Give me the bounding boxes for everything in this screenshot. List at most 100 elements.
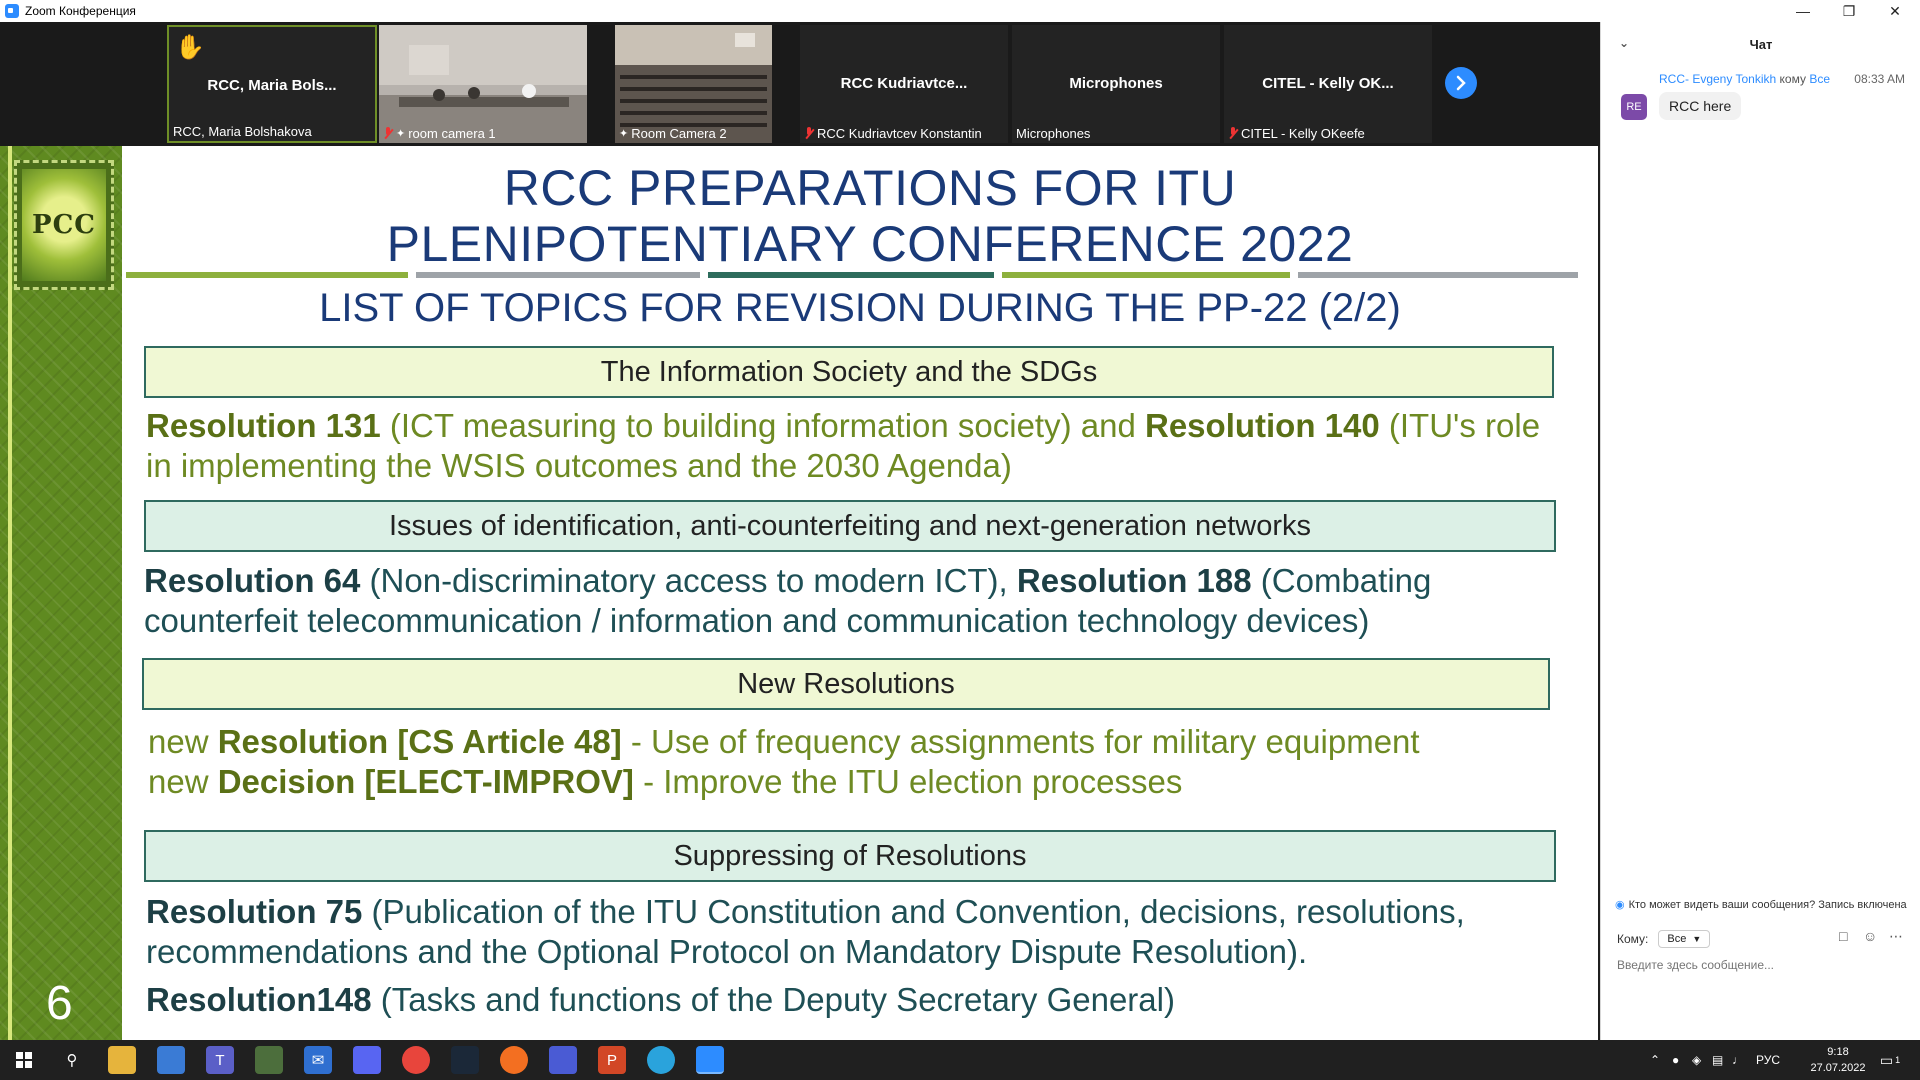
chat-privacy-note[interactable]: ◉ Кто может видеть ваши сообщения? Запис… [1615,898,1920,912]
new-prefix: new [148,763,218,800]
mic-muted-icon [1228,127,1238,140]
title-rule [416,272,700,278]
resolution-name: Resolution 188 [1016,562,1252,599]
participant-display-name: CITEL - Kelly OK... [1262,75,1394,92]
section-heading: Suppressing of Resolutions [144,830,1556,882]
chat-message-input[interactable] [1617,958,1907,972]
resolution-name: Resolution [CS Article 48] [217,723,622,760]
mic-muted-icon [383,127,393,140]
file-explorer-icon[interactable] [108,1046,136,1074]
title-rule [126,272,408,278]
decorative-stripe [8,146,12,1040]
decision-name: Decision [ELECT-IMPROV] [217,763,634,800]
privacy-note-text: Кто может видеть ваши сообщения? Запись … [1628,898,1907,911]
close-button[interactable]: ✕ [1872,0,1918,22]
recipient-value: Все [1667,933,1687,945]
participant-tile[interactable]: Microphones Microphones [1012,25,1220,143]
mail-icon[interactable]: ✉ [304,1046,332,1074]
windows-taskbar: ⚲ T ✉ P ⌃ ● ◈ ▤ ♩ РУС 9:18 27.07.2022 ▭ 1 [0,1040,1920,1080]
participant-label-text: Room Camera 2 [631,126,727,141]
minimize-button[interactable]: — [1780,0,1826,22]
participant-label-text: room camera 1 [408,126,496,141]
chevron-down-icon: ▼ [1692,934,1702,944]
discord-icon[interactable] [353,1046,381,1074]
chat-title: Чат [1749,36,1773,52]
chat-sender[interactable]: RCC- Evgeny Tonkikh [1659,72,1776,86]
chat-message-text: RCC here [1659,92,1742,120]
notification-icon[interactable]: ▭ 1 [1876,1046,1904,1074]
recipient-label: Кому: [1617,932,1649,946]
chat-recipient[interactable]: Все [1809,72,1830,86]
security-icon[interactable]: ◈ [1692,1053,1701,1067]
section-paragraph: Resolution 64 (Non-discriminatory access… [144,561,1574,641]
chat-timestamp: 08:33 AM [1854,72,1905,86]
windows-start-icon[interactable] [10,1046,38,1074]
raised-hand-icon: ✋ [175,34,205,61]
participant-label: ✦ Room Camera 2 [619,126,727,141]
file-icon[interactable]: □ [1839,928,1847,944]
app-icon[interactable] [549,1046,577,1074]
search-icon[interactable]: ⚲ [58,1046,86,1074]
app-icon[interactable] [255,1046,283,1074]
clock-date: 27.07.2022 [1810,1062,1866,1074]
clock-time: 9:18 [1827,1046,1849,1058]
notification-count: 1 [1895,1055,1901,1065]
shared-slide: PCC 6 RCC PREPARATIONS FOR ITU PLENIPOTE… [0,146,1598,1040]
network-icon[interactable]: ▤ [1712,1053,1723,1067]
teams-icon[interactable]: T [206,1046,234,1074]
participant-label-text: RCC Kudriavtcev Konstantin [817,126,982,141]
title-rule [1002,272,1290,278]
chrome-icon[interactable] [402,1046,430,1074]
powerpoint-icon[interactable]: P [598,1046,626,1074]
pin-icon: ✦ [396,128,406,140]
restore-button[interactable]: ❐ [1826,0,1872,22]
rcc-logo-stamp: PCC [22,169,106,281]
zoom-app-icon [5,4,19,18]
mic-muted-icon [804,127,814,140]
emoji-icon[interactable]: ☺ [1863,928,1877,944]
title-bar: Zoom Конференция — ❐ ✕ [0,0,1920,22]
avatar: RE [1621,94,1647,120]
participant-tile[interactable]: ✋ RCC, Maria Bols... RCC, Maria Bolshako… [167,25,377,143]
steam-icon[interactable] [451,1046,479,1074]
resolution-description: (Non-discriminatory access to modern ICT… [360,562,1017,599]
next-page-button[interactable] [1445,67,1477,99]
resolution-description: (ICT measuring to building information s… [380,407,1145,444]
recipient-select[interactable]: Все ▼ [1658,930,1711,948]
participant-tile[interactable]: ✦ room camera 1 [379,25,587,143]
chat-to-word: кому [1779,72,1806,86]
participant-tile[interactable]: RCC Kudriavtce... RCC Kudriavtcev Konsta… [800,25,1008,143]
language-indicator[interactable]: РУС [1756,1053,1780,1067]
slide-left-band: PCC 6 [0,146,122,1040]
decision-description: - Improve the ITU election processes [633,763,1183,800]
telegram-icon[interactable] [647,1046,675,1074]
participant-display-name: RCC, Maria Bols... [207,77,337,94]
store-icon[interactable] [157,1046,185,1074]
resolution-description: - Use of frequency assignments for milit… [621,723,1420,760]
chevron-down-icon[interactable]: ⌄ [1619,36,1629,50]
slide-number: 6 [46,977,73,1030]
section-paragraph: new Resolution [CS Article 48] - Use of … [148,722,1568,802]
volume-icon[interactable]: ♩ [1732,1053,1744,1067]
section-paragraph: Resolution 75 (Publication of the ITU Co… [146,892,1576,972]
app-icon[interactable] [500,1046,528,1074]
taskbar-clock[interactable]: 9:18 27.07.2022 [1808,1044,1868,1076]
zoom-taskbar-icon[interactable] [696,1046,724,1074]
participant-label: Microphones [1016,126,1090,141]
participant-tile[interactable]: ✦ Room Camera 2 [615,25,772,143]
slide-title-line-1: RCC PREPARATIONS FOR ITU [503,160,1237,216]
section-paragraph: Resolution 131 (ICT measuring to buildin… [146,406,1566,486]
more-options-icon[interactable]: ⋯ [1889,928,1903,945]
participant-label-text: CITEL - Kelly OKeefe [1241,126,1365,141]
section-paragraph: Resolution148 (Tasks and functions of th… [146,980,1576,1020]
resolution-name: Resolution 140 [1145,407,1380,444]
microphone-icon[interactable]: ● [1672,1053,1679,1067]
section-heading: The Information Society and the SDGs [144,346,1554,398]
rcc-logo: PCC [14,160,114,290]
participant-tile[interactable]: CITEL - Kelly OK... CITEL - Kelly OKeefe [1224,25,1432,143]
video-strip: ✋ RCC, Maria Bols... RCC, Maria Bolshako… [0,22,1600,146]
chevron-up-icon[interactable]: ⌃ [1650,1053,1660,1067]
resolution-name: Resolution 75 [146,893,363,930]
participant-label: RCC Kudriavtcev Konstantin [804,126,982,141]
logo-text: PCC [32,210,96,240]
